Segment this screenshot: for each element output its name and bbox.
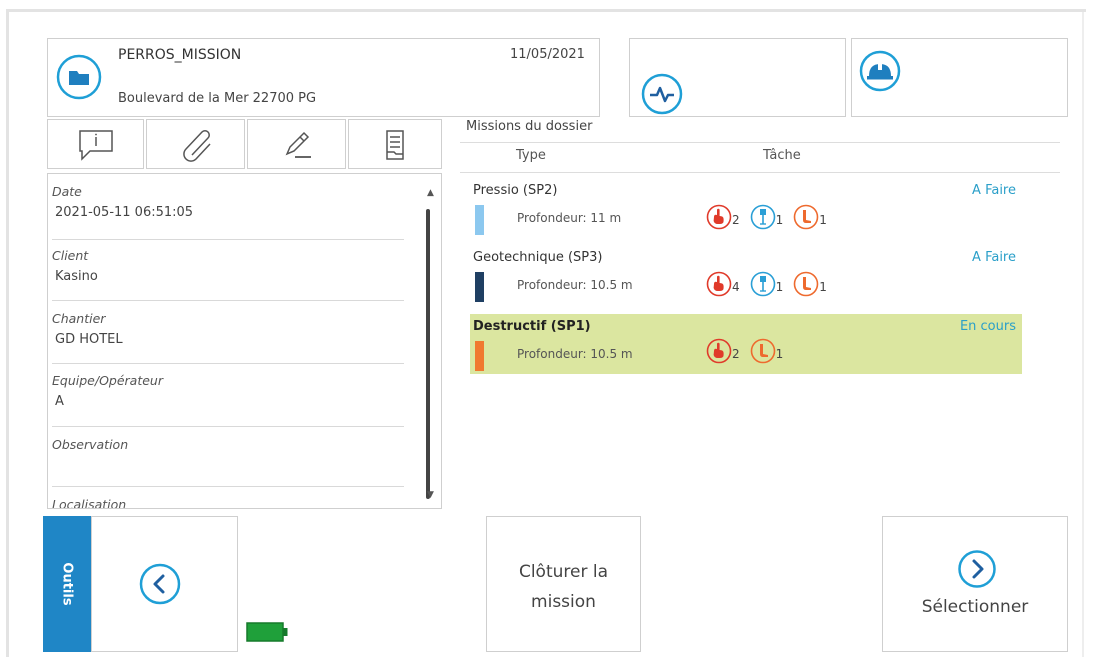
divider xyxy=(460,142,1060,143)
chevron-right-icon xyxy=(957,549,997,593)
outils-tab[interactable]: Outils xyxy=(43,516,91,652)
client-value: Kasino xyxy=(55,269,98,284)
mission-tasks: 4 1 1 xyxy=(706,271,837,297)
info-comment-icon xyxy=(48,128,143,166)
task-count: 1 xyxy=(819,213,827,227)
folder-icon xyxy=(56,54,102,104)
boot-icon xyxy=(793,204,819,230)
task-count: 4 xyxy=(732,280,740,294)
frame-edge xyxy=(1082,12,1084,657)
scroll-thumb[interactable] xyxy=(426,209,430,499)
scroll-down-arrow-icon[interactable]: ▼ xyxy=(427,490,434,500)
folder-date: 11/05/2021 xyxy=(510,47,585,62)
mission-color-bar xyxy=(475,341,484,371)
mission-color-bar xyxy=(475,272,484,302)
probe-icon xyxy=(750,271,775,297)
divider xyxy=(460,172,1060,173)
mission-status: En cours xyxy=(959,319,1016,334)
select-label: Sélectionner xyxy=(921,597,1029,617)
date-value: 2021-05-11 06:51:05 xyxy=(55,205,194,220)
date-label: Date xyxy=(52,184,82,199)
task-count: 1 xyxy=(775,347,784,361)
helmet-icon xyxy=(858,49,902,97)
equipe-value: A xyxy=(55,394,64,409)
task-count: 1 xyxy=(775,213,784,227)
chevron-left-icon xyxy=(138,562,182,610)
scroll-up-arrow-icon[interactable]: ▲ xyxy=(427,188,434,198)
detail-scrollbar[interactable]: ▲ ▼ xyxy=(424,182,438,502)
attachments-tab[interactable] xyxy=(146,119,245,169)
task-probe: 1 xyxy=(750,271,784,297)
probe-icon xyxy=(750,204,775,230)
task-count: 1 xyxy=(775,280,784,294)
helmet-button[interactable] xyxy=(851,38,1068,117)
mission-tasks: 2 1 1 xyxy=(706,204,837,230)
localisation-field: Localisation xyxy=(52,497,404,509)
mission-row[interactable]: Geotechnique (SP3) Profondeur: 10.5 m A … xyxy=(470,245,1022,305)
chantier-field: Chantier GD HOTEL xyxy=(52,311,404,364)
observation-field: Observation xyxy=(52,437,404,487)
back-button[interactable] xyxy=(91,516,238,652)
edit-tab[interactable] xyxy=(247,119,346,169)
close-mission-button[interactable]: Clôturer la mission xyxy=(486,516,641,652)
activity-icon xyxy=(640,72,684,120)
mission-depth: Profondeur: 11 m xyxy=(517,211,622,225)
column-type-header: Type xyxy=(516,148,546,163)
boot-icon xyxy=(793,271,819,297)
folder-address: Boulevard de la Mer 22700 PG xyxy=(118,91,317,106)
mission-row[interactable]: Pressio (SP2) Profondeur: 11 m A Faire 2… xyxy=(470,178,1022,238)
detail-panel[interactable]: Date 2021-05-11 06:51:05 Client Kasino C… xyxy=(47,173,442,509)
mission-status: A Faire xyxy=(972,250,1016,265)
hand-icon xyxy=(706,338,732,364)
activity-button[interactable] xyxy=(629,38,846,117)
task-boot: 1 xyxy=(793,271,827,297)
date-field: Date 2021-05-11 06:51:05 xyxy=(52,184,404,240)
client-field: Client Kasino xyxy=(52,248,404,301)
hand-icon xyxy=(706,204,732,230)
mission-name: Destructif (SP1) xyxy=(473,319,591,334)
mission-name: Geotechnique (SP3) xyxy=(473,250,603,265)
outils-label: Outils xyxy=(59,562,75,606)
hand-icon xyxy=(706,271,732,297)
folder-card[interactable]: PERROS_MISSION 11/05/2021 Boulevard de l… xyxy=(47,38,600,117)
mission-name: Pressio (SP2) xyxy=(473,183,558,198)
mission-tasks: 2 1 xyxy=(706,338,793,364)
task-count: 2 xyxy=(732,213,740,227)
mission-color-bar xyxy=(475,205,484,235)
close-mission-label-line2: mission xyxy=(531,592,596,612)
task-hand: 4 xyxy=(706,271,740,297)
mission-depth: Profondeur: 10.5 m xyxy=(517,347,633,361)
column-task-header: Tâche xyxy=(763,148,801,163)
task-hand: 2 xyxy=(706,338,740,364)
task-boot: 1 xyxy=(793,204,827,230)
missions-title: Missions du dossier xyxy=(466,119,593,134)
task-count: 2 xyxy=(732,347,740,361)
task-count: 1 xyxy=(819,280,827,294)
close-mission-label: Clôturer la mission xyxy=(487,557,640,617)
equipe-field: Equipe/Opérateur A xyxy=(52,373,404,427)
equipe-label: Equipe/Opérateur xyxy=(52,373,163,388)
info-tab[interactable] xyxy=(47,119,144,169)
mission-row-selected[interactable]: Destructif (SP1) Profondeur: 10.5 m En c… xyxy=(470,314,1022,374)
select-button[interactable]: Sélectionner xyxy=(882,516,1068,652)
task-probe: 1 xyxy=(750,204,784,230)
mission-status: A Faire xyxy=(972,183,1016,198)
folder-name: PERROS_MISSION xyxy=(118,47,242,63)
pencil-icon xyxy=(248,128,345,166)
battery-icon xyxy=(246,622,290,646)
client-label: Client xyxy=(52,248,89,263)
document-tab[interactable] xyxy=(348,119,442,169)
localisation-label: Localisation xyxy=(52,497,127,509)
paperclip-icon xyxy=(147,128,244,166)
observation-label: Observation xyxy=(52,437,129,452)
boot-icon xyxy=(750,338,775,364)
chantier-label: Chantier xyxy=(52,311,106,326)
chantier-value: GD HOTEL xyxy=(55,332,123,347)
task-hand: 2 xyxy=(706,204,740,230)
mission-depth: Profondeur: 10.5 m xyxy=(517,278,633,292)
close-mission-label-line1: Clôturer la xyxy=(518,562,609,582)
task-boot: 1 xyxy=(750,338,784,364)
document-icon xyxy=(349,128,441,168)
